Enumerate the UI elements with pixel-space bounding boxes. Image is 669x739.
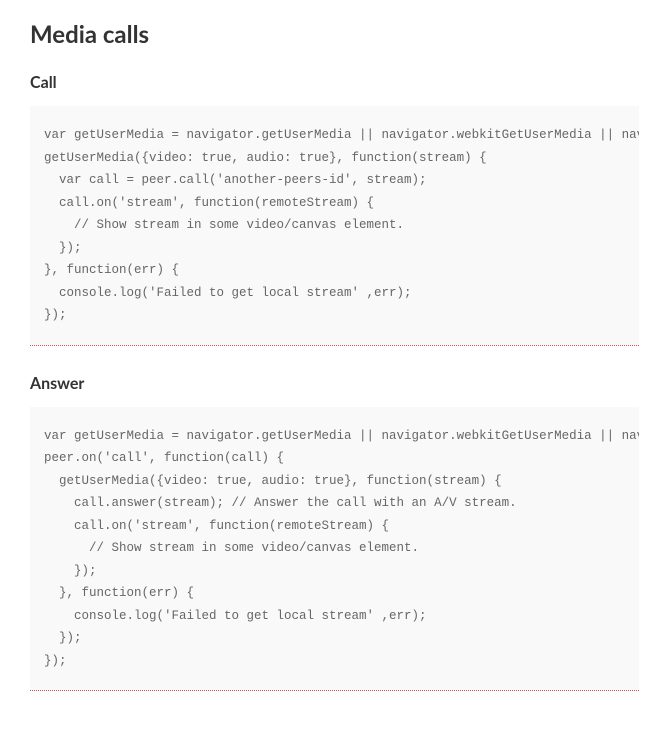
section-answer: Answer var getUserMedia = navigator.getU… bbox=[30, 374, 639, 692]
code-content-answer: var getUserMedia = navigator.getUserMedi… bbox=[44, 425, 625, 685]
section-heading-answer: Answer bbox=[30, 374, 639, 393]
section-call: Call var getUserMedia = navigator.getUse… bbox=[30, 73, 639, 346]
main-heading: Media calls bbox=[30, 20, 639, 49]
section-heading-call: Call bbox=[30, 73, 639, 92]
code-content-call: var getUserMedia = navigator.getUserMedi… bbox=[44, 124, 625, 339]
code-block-call[interactable]: var getUserMedia = navigator.getUserMedi… bbox=[30, 106, 639, 346]
code-block-answer[interactable]: var getUserMedia = navigator.getUserMedi… bbox=[30, 407, 639, 692]
